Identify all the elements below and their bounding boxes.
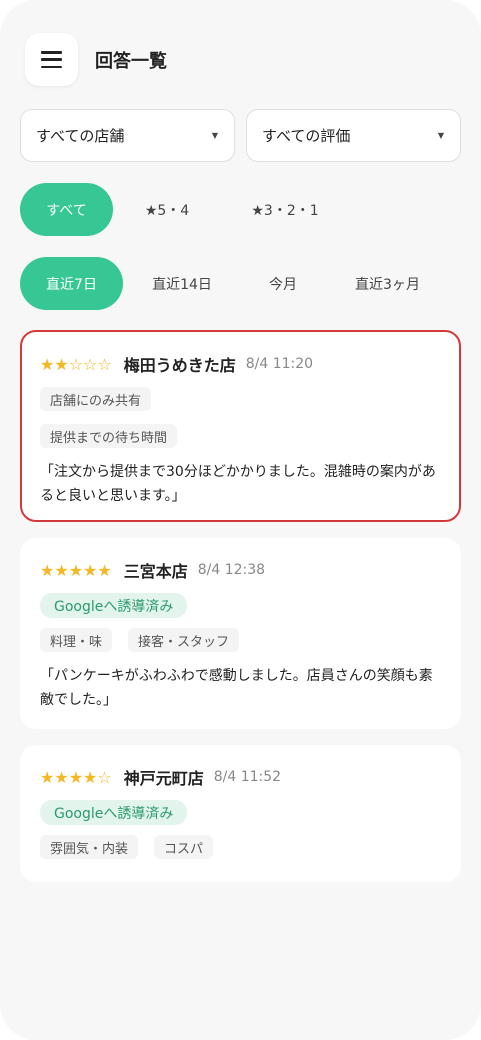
rating-select[interactable]: すべての評価 ▼ xyxy=(246,109,461,162)
badge-row: Googleへ誘導済み xyxy=(40,593,441,618)
period-pill-14-days[interactable]: 直近14日 xyxy=(123,257,241,310)
response-comment: 「パンケーキがふわふわで感動しました。店員さんの笑顔も素敵でした。」 xyxy=(40,668,433,708)
hamburger-menu-icon xyxy=(41,51,62,68)
period-pill-this-month[interactable]: 今月 xyxy=(241,257,325,310)
rating-select-value: すべての評価 xyxy=(262,127,351,145)
store-name: 梅田うめきた店 xyxy=(123,356,236,375)
category-tag: 接客・スタッフ xyxy=(128,628,240,652)
category-tag: 料理・味 xyxy=(40,628,113,652)
category-tag: 提供までの待ち時間 xyxy=(40,424,178,448)
google-redirected-badge: Googleへ誘導済み xyxy=(40,800,188,825)
filter-selects: すべての店舗 ▼ すべての評価 ▼ xyxy=(20,109,461,162)
period-filter-pills: 直近7日 直近14日 今月 直近3ヶ月 xyxy=(20,257,450,310)
store-select[interactable]: すべての店舗 ▼ xyxy=(20,109,235,162)
page-title: 回答一覧 xyxy=(95,50,167,72)
caret-down-icon: ▼ xyxy=(437,131,444,140)
star-rating-icon: ★★★★★ xyxy=(40,560,112,580)
response-time: 8/4 11:20 xyxy=(245,356,314,372)
rating-pill-all[interactable]: すべて xyxy=(20,183,113,236)
share-scope-tag: 店舗にのみ共有 xyxy=(40,387,152,411)
app-screen: 回答一覧 すべての店舗 ▼ すべての評価 ▼ すべて ★5・4 ★3・2・1 直… xyxy=(0,0,481,1040)
tag-list: 雰囲気・内装 コスパ xyxy=(40,835,441,859)
tag-list: 店舗にのみ共有 xyxy=(40,387,441,411)
tag-list: 料理・味 接客・スタッフ xyxy=(40,628,441,652)
category-tag: 雰囲気・内装 xyxy=(40,835,139,859)
period-pill-3-months[interactable]: 直近3ヶ月 xyxy=(325,257,450,310)
response-card[interactable]: ★★★★★ 三宮本店 8/4 12:38 Googleへ誘導済み 料理・味 接客… xyxy=(20,538,461,729)
store-name: 三宮本店 xyxy=(123,562,188,581)
rating-pill-5-4[interactable]: ★5・4 xyxy=(113,183,221,236)
store-select-value: すべての店舗 xyxy=(36,127,125,145)
response-card-header: ★★☆☆☆ 梅田うめきた店 8/4 11:20 xyxy=(40,353,441,376)
caret-down-icon: ▼ xyxy=(211,131,218,140)
menu-button[interactable] xyxy=(25,33,78,86)
star-rating-icon: ★★★★☆ xyxy=(40,767,112,787)
star-rating-icon: ★★☆☆☆ xyxy=(40,354,112,374)
rating-pill-3-2-1[interactable]: ★3・2・1 xyxy=(221,183,349,236)
period-pill-7-days[interactable]: 直近7日 xyxy=(20,257,123,310)
response-card[interactable]: ★★☆☆☆ 梅田うめきた店 8/4 11:20 店舗にのみ共有 提供までの待ち時… xyxy=(20,330,461,522)
header: 回答一覧 xyxy=(25,33,167,86)
response-card[interactable]: ★★★★☆ 神戸元町店 8/4 11:52 Googleへ誘導済み 雰囲気・内装… xyxy=(20,745,461,882)
store-name: 神戸元町店 xyxy=(123,769,204,788)
response-card-header: ★★★★★ 三宮本店 8/4 12:38 xyxy=(40,559,441,582)
google-redirected-badge: Googleへ誘導済み xyxy=(40,593,188,618)
response-card-header: ★★★★☆ 神戸元町店 8/4 11:52 xyxy=(40,766,441,789)
badge-row: Googleへ誘導済み xyxy=(40,800,441,825)
category-tag: コスパ xyxy=(154,835,214,859)
rating-filter-pills: すべて ★5・4 ★3・2・1 xyxy=(20,183,349,236)
response-time: 8/4 11:52 xyxy=(213,769,282,785)
response-comment: 「注文から提供まで30分ほどかかりました。混雑時の案内があると良いと思います。」 xyxy=(40,464,436,504)
tag-list: 提供までの待ち時間 xyxy=(40,424,441,448)
response-time: 8/4 12:38 xyxy=(197,562,266,578)
